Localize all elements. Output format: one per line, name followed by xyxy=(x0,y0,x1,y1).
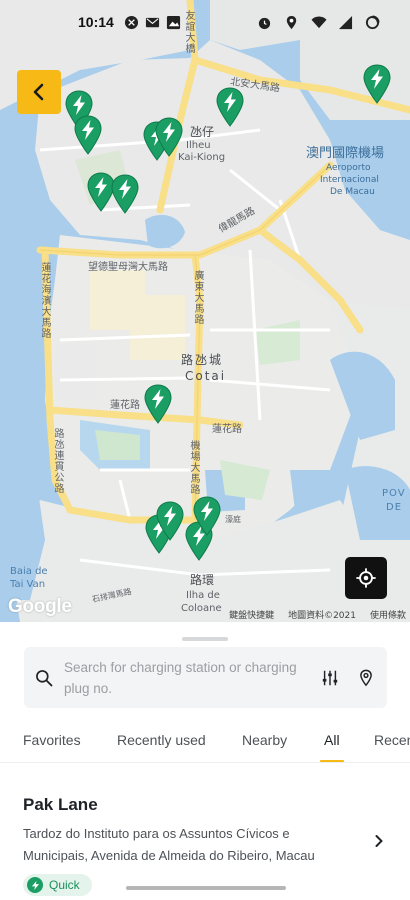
charging-station-pin[interactable] xyxy=(362,64,392,104)
bolt-icon xyxy=(27,877,43,893)
ev-charger-pin-icon xyxy=(156,501,184,541)
my-location-button[interactable] xyxy=(345,557,387,599)
signal-icon xyxy=(338,15,353,30)
charging-station-pin[interactable] xyxy=(143,384,173,424)
station-list-item[interactable]: Pak Lane Tardoz do Instituto para os Ass… xyxy=(0,782,410,900)
map-label-taipa: 氹仔 xyxy=(190,125,215,139)
map-label-taipa-pt1: Ilheu xyxy=(186,140,211,151)
ev-charger-pin-icon xyxy=(216,87,244,127)
status-bar: 10:14 xyxy=(0,0,410,44)
wifi-icon xyxy=(311,15,327,30)
station-filter-tabs: Favorites Recently used Nearby All Recen xyxy=(0,717,410,763)
map-label-cotai: Cotai xyxy=(185,369,227,383)
messaging-icon xyxy=(145,15,160,30)
location-status-icon xyxy=(284,15,299,30)
charging-station-pin[interactable] xyxy=(110,174,140,214)
map-label-taipa-pt2: Kai-Kiong xyxy=(178,152,226,163)
chevron-left-icon xyxy=(33,83,44,101)
station-address: Tardoz do Instituto para os Assuntos Cív… xyxy=(23,826,315,863)
charging-station-pin[interactable] xyxy=(73,115,103,155)
battery-icon xyxy=(365,14,380,30)
google-logo: Google xyxy=(8,596,72,617)
map-label-airport-pt1: Aeroporto xyxy=(326,163,371,173)
ev-charger-pin-icon xyxy=(193,496,221,536)
map-label-pov-2: DE xyxy=(386,502,403,513)
map-pin-icon[interactable] xyxy=(357,669,375,687)
ev-charger-pin-icon xyxy=(111,174,139,214)
alarm-icon xyxy=(257,15,272,30)
keyboard-shortcuts-link[interactable]: 鍵盤快捷鍵 xyxy=(229,608,274,621)
tab-recently-used[interactable]: Recently used xyxy=(117,717,206,762)
map-label-coloane-pt2: Coloane xyxy=(181,603,222,614)
map-label-bay-2: Tai Van xyxy=(10,579,46,590)
map-label-airport-pt3: De Macau xyxy=(330,187,375,197)
home-indicator[interactable] xyxy=(126,886,286,890)
map-label-airport-pt2: Internacional xyxy=(320,175,379,185)
image-icon xyxy=(166,15,181,30)
map-label-pov-1: POV xyxy=(382,488,406,499)
search-icon xyxy=(36,669,53,686)
tab-recent-overflow[interactable]: Recen xyxy=(374,717,410,762)
map-road-guangdong: 廣東大馬路 xyxy=(192,270,203,325)
ev-charger-pin-icon xyxy=(155,117,183,157)
map-road-lotus-west: 蓮花海濱大馬路 xyxy=(39,262,50,339)
charging-station-pin[interactable] xyxy=(215,87,245,127)
tab-favorites[interactable]: Favorites xyxy=(23,717,81,762)
map-road-lotus: 蓮花路 xyxy=(110,400,140,411)
map-label-coloane-pt1: Ilha de xyxy=(186,590,220,601)
map-road-lotus-2: 蓮花路 xyxy=(212,424,242,435)
sheet-drag-handle[interactable] xyxy=(182,637,228,641)
back-button[interactable] xyxy=(17,70,61,114)
map-label-coloane-cn: 路環 xyxy=(190,573,215,587)
map-road-sw: 濠庭 xyxy=(225,515,241,524)
charging-station-pin[interactable] xyxy=(155,501,185,541)
ev-charger-pin-icon xyxy=(144,384,172,424)
map-label-cotai-cn: 路氹城 xyxy=(181,353,224,367)
charger-type-label: Quick xyxy=(49,878,80,892)
map-label-bay-1: Baia de xyxy=(10,566,48,577)
terms-link[interactable]: 使用條款 xyxy=(370,608,406,621)
map-road-main: 望德聖母灣大馬路 xyxy=(88,262,168,273)
map-view[interactable]: 氹仔 Ilheu Kai-Kiong 路氹城 Cotai 路環 Ilha de … xyxy=(0,0,410,622)
station-search-input[interactable]: Search for charging station or charging … xyxy=(24,647,387,708)
ev-charger-pin-icon xyxy=(363,64,391,104)
search-placeholder: Search for charging station or charging … xyxy=(64,659,297,696)
tab-all[interactable]: All xyxy=(320,717,344,762)
map-label-airport-cn: 澳門國際機場 xyxy=(306,146,385,161)
station-list-sheet: Search for charging station or charging … xyxy=(0,622,410,900)
charger-type-badge: Quick xyxy=(23,874,92,896)
charging-station-pin[interactable] xyxy=(192,496,222,536)
filter-sliders-icon[interactable] xyxy=(321,669,339,687)
crosshair-icon xyxy=(356,568,376,588)
status-time: 10:14 xyxy=(78,14,114,30)
map-road-estrada: 路氹連貫公路 xyxy=(52,428,63,494)
map-attribution: 鍵盤快捷鍵 地圖資料©2021 使用條款 xyxy=(229,608,406,621)
map-road-east1: 機場大馬路 xyxy=(188,440,199,495)
ev-charger-pin-icon xyxy=(74,115,102,155)
map-data-label: 地圖資料©2021 xyxy=(288,611,356,621)
notification-icon xyxy=(124,15,139,30)
tab-nearby[interactable]: Nearby xyxy=(242,717,287,762)
charging-station-pin[interactable] xyxy=(154,117,184,157)
chevron-right-icon xyxy=(375,835,383,847)
station-name: Pak Lane xyxy=(23,795,98,814)
